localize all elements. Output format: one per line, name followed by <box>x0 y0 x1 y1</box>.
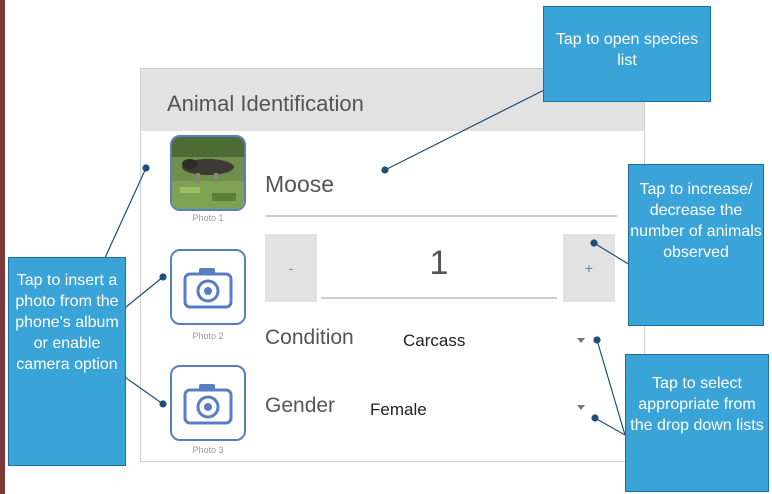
callout-species-list: Tap to open species list <box>543 6 711 102</box>
species-connector <box>384 81 561 171</box>
callout-count-stepper: Tap to increase/ decrease the number of … <box>628 164 764 326</box>
count-connector <box>593 242 631 266</box>
photo1-connector <box>103 167 147 261</box>
callout-dropdown-select: Tap to select appropriate from the drop … <box>625 354 769 492</box>
callout-photo-insert: Tap to insert a photo from the phone's a… <box>8 257 126 466</box>
condition-connector <box>596 339 626 436</box>
